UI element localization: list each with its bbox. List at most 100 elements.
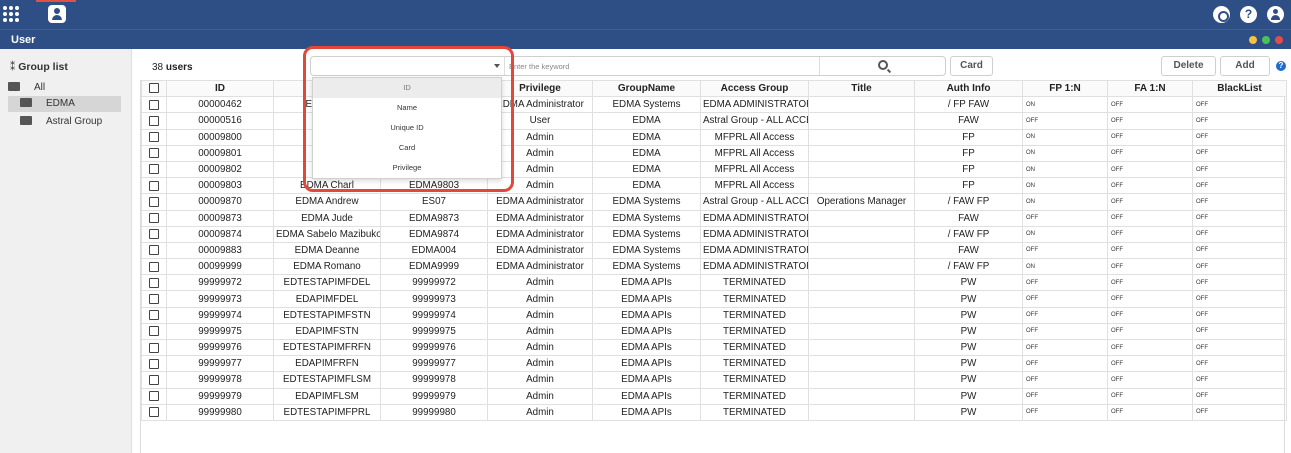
row-checkbox[interactable]	[149, 148, 159, 159]
table-row[interactable]: 99999980 EDTESTAPIMFPRL 99999980 Admin EDMA …	[141, 403, 1287, 421]
row-checkbox[interactable]	[149, 132, 159, 143]
table-row[interactable]: 00009874 EDMA Sabelo Mazibuko EDMA9874 EDMA…	[141, 225, 1287, 243]
card-button[interactable]: Card	[950, 56, 993, 76]
row-checkbox-cell[interactable]	[141, 403, 167, 421]
sidebar-item-edma[interactable]: EDMA	[8, 96, 121, 112]
cell-unique-id: 99999980	[380, 403, 488, 421]
row-checkbox-cell[interactable]	[141, 177, 167, 195]
row-checkbox[interactable]	[149, 115, 159, 126]
row-checkbox-cell[interactable]	[141, 338, 167, 357]
dropdown-option-privilege[interactable]: Privilege	[313, 158, 501, 178]
dropdown-option-unique-id[interactable]: Unique ID	[313, 118, 501, 138]
select-all-checkbox-cell[interactable]	[141, 79, 167, 98]
column-header-groupname[interactable]: GroupName	[592, 79, 701, 98]
row-checkbox[interactable]	[149, 196, 159, 207]
table-row[interactable]: 99999972 EDTESTAPIMFDEL 99999972 Admin EDMA …	[141, 274, 1287, 292]
cell-auth-info: PW	[914, 322, 1023, 341]
sidebar-item-astral-group[interactable]: Astral Group	[20, 114, 102, 130]
cell-id: 99999978	[166, 371, 274, 389]
table-row[interactable]: 00009803 EDMA Charl EDMA9803 Admin EDMA MFPRL…	[141, 177, 1287, 195]
apps-grid-icon[interactable]	[3, 6, 19, 22]
table-row[interactable]: 99999975 EDAPIMFSTN 99999975 Admin EDMA APIs…	[141, 322, 1287, 341]
delete-button[interactable]: Delete	[1161, 56, 1216, 76]
help-icon[interactable]: ?	[1276, 61, 1286, 71]
user-tab-icon[interactable]	[48, 5, 66, 23]
cell-id: 99999977	[166, 355, 274, 373]
user-profile-icon[interactable]	[1267, 6, 1284, 23]
dropdown-option-name[interactable]: Name	[313, 98, 501, 118]
row-checkbox[interactable]	[149, 261, 159, 272]
column-header-title[interactable]: Title	[808, 79, 915, 98]
column-header-fa-1n[interactable]: FA 1:N	[1107, 79, 1193, 98]
row-checkbox[interactable]	[149, 407, 159, 418]
row-checkbox-cell[interactable]	[141, 274, 167, 292]
keyword-input[interactable]	[509, 57, 819, 75]
row-checkbox[interactable]	[149, 326, 159, 337]
table-row[interactable]: 00009883 EDMA Deanne EDMA004 EDMA Administr…	[141, 241, 1287, 260]
row-checkbox-cell[interactable]	[141, 128, 167, 146]
row-checkbox-cell[interactable]	[141, 258, 167, 276]
column-header-auth-info[interactable]: Auth Info	[914, 79, 1023, 98]
close-button[interactable]	[1275, 36, 1283, 44]
row-checkbox-cell[interactable]	[141, 209, 167, 227]
dropdown-option-card[interactable]: Card	[313, 138, 501, 158]
dropdown-option-id[interactable]: ID	[313, 78, 501, 98]
row-checkbox[interactable]	[149, 245, 159, 256]
row-checkbox[interactable]	[149, 358, 159, 369]
row-checkbox[interactable]	[149, 180, 159, 191]
sidebar-item-all[interactable]: All	[8, 80, 45, 96]
row-checkbox-cell[interactable]	[141, 225, 167, 243]
select-all-checkbox[interactable]	[149, 83, 159, 94]
row-checkbox-cell[interactable]	[141, 371, 167, 389]
search-field-select[interactable]	[311, 57, 505, 75]
column-header-privilege[interactable]: Privilege	[487, 79, 593, 98]
table-row[interactable]: 00099999 EDMA Romano EDMA9999 EDMA Administ…	[141, 258, 1287, 276]
column-header-access-group[interactable]: Access Group	[700, 79, 809, 98]
table-row[interactable]: 99999979 EDAPIMFLSM 99999979 Admin EDMA APIs…	[141, 387, 1287, 405]
cell-unique-id: EDMA9873	[380, 209, 488, 227]
row-checkbox[interactable]	[149, 293, 159, 304]
table-row[interactable]: 99999977 EDAPIMFRFN 99999977 Admin EDMA APIs…	[141, 355, 1287, 373]
row-checkbox[interactable]	[149, 342, 159, 353]
table-row[interactable]: 00009873 EDMA Jude EDMA9873 EDMA Administra…	[141, 209, 1287, 227]
row-checkbox[interactable]	[149, 213, 159, 223]
row-checkbox-cell[interactable]	[141, 144, 167, 162]
search-button[interactable]	[819, 57, 945, 75]
row-checkbox-cell[interactable]	[141, 193, 167, 211]
sync-icon[interactable]	[1213, 6, 1230, 23]
table-row[interactable]: 99999978 EDTESTAPIMFLSM 99999978 Admin EDMA …	[141, 371, 1287, 389]
cell-privilege: Admin	[487, 128, 593, 146]
cell-access-group: TERMINATED	[700, 371, 809, 389]
column-header-blacklist[interactable]: BlackList	[1192, 79, 1287, 98]
column-header-id[interactable]: ID	[166, 79, 274, 98]
row-checkbox-cell[interactable]	[141, 306, 167, 324]
row-checkbox[interactable]	[149, 310, 159, 321]
row-checkbox-cell[interactable]	[141, 160, 167, 179]
cell-title	[808, 322, 915, 341]
row-checkbox[interactable]	[149, 391, 159, 402]
column-header-fp-1n[interactable]: FP 1:N	[1022, 79, 1108, 98]
row-checkbox[interactable]	[149, 277, 159, 288]
row-checkbox-cell[interactable]	[141, 290, 167, 308]
table-row[interactable]: 99999974 EDTESTAPIMFSTN 99999974 Admin EDMA …	[141, 306, 1287, 324]
help-icon[interactable]	[1240, 6, 1257, 23]
row-checkbox-cell[interactable]	[141, 112, 167, 130]
row-checkbox-cell[interactable]	[141, 241, 167, 260]
table-row[interactable]: 00009870 EDMA Andrew ES07 EDMA Administrato…	[141, 193, 1287, 211]
row-checkbox[interactable]	[149, 229, 159, 240]
add-user-button[interactable]: Add	[1220, 56, 1270, 76]
minimize-button[interactable]	[1249, 36, 1257, 44]
maximize-button[interactable]	[1262, 36, 1270, 44]
row-checkbox[interactable]	[149, 99, 159, 110]
cell-title	[808, 338, 915, 357]
table-row[interactable]: 99999976 EDTESTAPIMFRFN 99999976 Admin EDMA …	[141, 338, 1287, 357]
cell-auth-info: / FAW FP	[914, 258, 1023, 276]
cell-privilege: Admin	[487, 177, 593, 195]
row-checkbox[interactable]	[149, 164, 159, 175]
row-checkbox[interactable]	[149, 374, 159, 385]
table-row[interactable]: 99999973 EDAPIMFDEL 99999973 Admin EDMA APIs…	[141, 290, 1287, 308]
row-checkbox-cell[interactable]	[141, 355, 167, 373]
row-checkbox-cell[interactable]	[141, 322, 167, 341]
row-checkbox-cell[interactable]	[141, 96, 167, 114]
row-checkbox-cell[interactable]	[141, 387, 167, 405]
